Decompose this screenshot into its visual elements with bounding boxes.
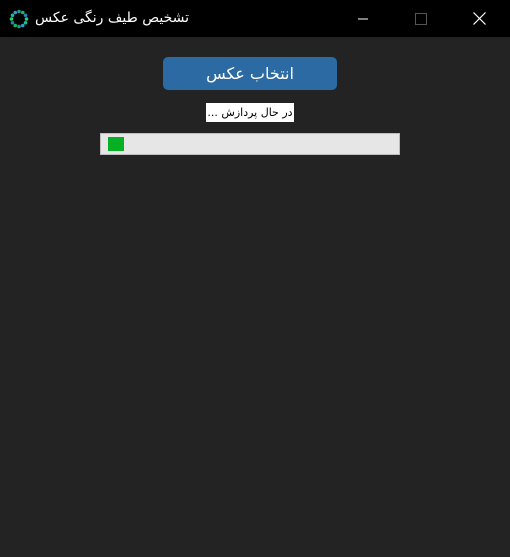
title-bar[interactable]: تشخیص طیف رنگی عکس [0,0,510,37]
minimize-button[interactable] [340,0,386,37]
processing-status-label: در حال پردازش ... [206,103,294,122]
circular-spectrum-icon [9,9,29,29]
maximize-button[interactable] [398,0,444,37]
close-button[interactable] [456,0,502,37]
minimize-icon [358,18,368,19]
progress-bar [100,133,400,155]
app-window: تشخیص طیف رنگی عکس انتخاب عکس در حال پرد… [0,0,510,557]
window-title: تشخیص طیف رنگی عکس [35,10,189,26]
select-photo-button[interactable]: انتخاب عکس [163,57,337,90]
maximize-icon [415,12,427,25]
close-icon [472,12,486,25]
progress-bar-fill [108,137,124,151]
